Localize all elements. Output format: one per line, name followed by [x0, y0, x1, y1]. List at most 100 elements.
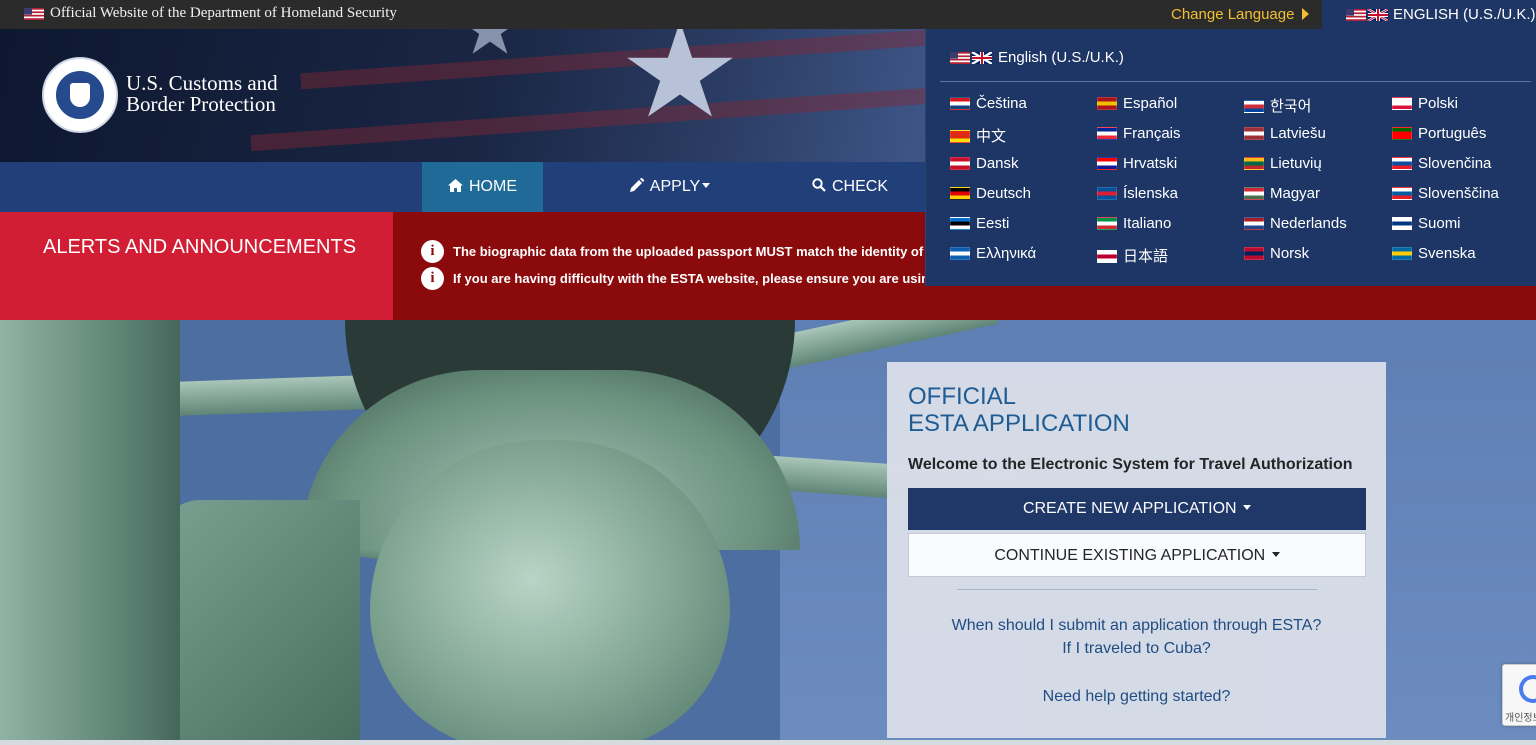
country-flag-icon	[1244, 127, 1264, 140]
language-option[interactable]: 日本語	[1097, 245, 1168, 266]
language-option[interactable]: Deutsch	[950, 185, 1031, 202]
language-option[interactable]: Suomi	[1392, 215, 1461, 232]
alerts-title: ALERTS AND ANNOUNCEMENTS	[43, 236, 357, 258]
language-label: Svenska	[1418, 245, 1476, 262]
nav-apply[interactable]: APPLY	[620, 162, 720, 212]
country-flag-icon	[1097, 157, 1117, 170]
when-to-submit-link[interactable]: When should I submit an application thro…	[887, 617, 1386, 635]
language-english-label: English (U.S./U.K.)	[998, 49, 1124, 66]
recaptcha-privacy-text[interactable]: 개인정보	[1505, 709, 1536, 724]
language-option-english[interactable]: English (U.S./U.K.)	[950, 49, 1124, 66]
recaptcha-badge[interactable]: 개인정보	[1502, 664, 1536, 726]
esta-homepage: Official Website of the Department of Ho…	[0, 0, 1536, 745]
dhs-seal-logo[interactable]	[42, 57, 118, 133]
language-option[interactable]: 中文	[950, 125, 1006, 146]
country-flag-icon	[950, 157, 970, 170]
language-option[interactable]: 한국어	[1244, 95, 1311, 116]
country-flag-icon	[950, 187, 970, 200]
language-label: Suomi	[1418, 215, 1461, 232]
language-option[interactable]: Eesti	[950, 215, 1009, 232]
nav-home-label: HOME	[469, 178, 517, 195]
language-label: Polski	[1418, 95, 1459, 112]
panel-title: OFFICIAL ESTA APPLICATION	[908, 383, 1130, 437]
language-option[interactable]: Italiano	[1097, 215, 1171, 232]
cuba-travel-link[interactable]: If I traveled to Cuba?	[887, 640, 1386, 658]
language-option[interactable]: Nederlands	[1244, 215, 1347, 232]
alert-message[interactable]: i The biographic data from the uploaded p…	[421, 240, 941, 264]
flag-star	[461, 29, 519, 54]
us-uk-flag-icon	[1346, 9, 1388, 21]
language-label: Español	[1123, 95, 1178, 112]
language-option[interactable]: Français	[1097, 125, 1181, 142]
current-language-toggle[interactable]: ENGLISH (U.S./U.K.)	[1322, 0, 1536, 29]
language-label: Magyar	[1270, 185, 1321, 202]
language-option[interactable]: Slovenščina	[1392, 185, 1499, 202]
language-option[interactable]: Ελληνικά	[950, 245, 1036, 262]
language-label: Nederlands	[1270, 215, 1347, 232]
create-button-label: CREATE NEW APPLICATION	[1022, 500, 1237, 517]
language-label: Latviešu	[1270, 125, 1326, 142]
language-label: Íslenska	[1123, 185, 1179, 202]
country-flag-icon	[1244, 247, 1264, 260]
country-flag-icon	[1392, 127, 1412, 140]
nav-home[interactable]: HOME	[422, 162, 543, 212]
us-flag-icon	[24, 8, 44, 20]
help-getting-started-link[interactable]: Need help getting started?	[887, 688, 1386, 706]
continue-existing-application-button[interactable]: CONTINUE EXISTING APPLICATION	[908, 533, 1366, 577]
country-flag-icon	[950, 130, 970, 143]
country-flag-icon	[1392, 157, 1412, 170]
government-banner: Official Website of the Department of Ho…	[0, 0, 1536, 29]
divider	[957, 589, 1317, 590]
language-option[interactable]: Svenska	[1392, 245, 1476, 262]
panel-title-line1: OFFICIAL	[908, 383, 1017, 410]
language-option[interactable]: Hrvatski	[1097, 155, 1177, 172]
change-language-label: Change Language	[1171, 6, 1295, 23]
language-label: Hrvatski	[1123, 155, 1178, 172]
country-flag-icon	[1392, 247, 1412, 260]
language-option[interactable]: Magyar	[1244, 185, 1320, 202]
language-label: Français	[1123, 125, 1181, 142]
chevron-down-icon	[702, 183, 711, 188]
chevron-down-icon	[1243, 505, 1252, 510]
info-icon: i	[421, 240, 444, 263]
country-flag-icon	[1097, 97, 1117, 110]
country-flag-icon	[1392, 97, 1412, 110]
country-flag-icon	[1097, 250, 1117, 263]
language-option[interactable]: Lietuvių	[1244, 155, 1322, 172]
triangle-right-icon	[1302, 8, 1310, 20]
language-option[interactable]: Português	[1392, 125, 1486, 142]
org-name-line1: U.S. Customs and	[126, 71, 278, 95]
nav-check-esta[interactable]: CHECK ESTA	[812, 162, 932, 245]
official-website-text: Official Website of the Department of Ho…	[50, 5, 397, 21]
language-option[interactable]: Polski	[1392, 95, 1458, 112]
language-label: Norsk	[1270, 245, 1310, 262]
search-icon	[812, 178, 826, 192]
welcome-text: Welcome to the Electronic System for Tra…	[908, 456, 1353, 473]
language-label: Lietuvių	[1270, 155, 1322, 172]
language-option[interactable]: Čeština	[950, 95, 1027, 112]
language-option[interactable]: Slovenčina	[1392, 155, 1491, 172]
language-option[interactable]: Íslenska	[1097, 185, 1178, 202]
us-uk-flag-icon	[950, 52, 992, 64]
language-option[interactable]: Latviešu	[1244, 125, 1326, 142]
country-flag-icon	[1097, 217, 1117, 230]
country-flag-icon	[950, 97, 970, 110]
language-option[interactable]: Dansk	[950, 155, 1019, 172]
country-flag-icon	[1244, 217, 1264, 230]
country-flag-icon	[1392, 187, 1412, 200]
home-icon	[448, 179, 463, 192]
language-label: Deutsch	[976, 185, 1032, 202]
cbp-logo-text[interactable]: U.S. Customs and Border Protection	[126, 73, 278, 115]
language-option[interactable]: Norsk	[1244, 245, 1309, 262]
language-label: Ελληνικά	[976, 245, 1037, 262]
info-icon: i	[421, 267, 444, 290]
change-language-link[interactable]: Change Language	[1171, 6, 1310, 23]
pencil-icon	[629, 178, 644, 192]
country-flag-icon	[1097, 187, 1117, 200]
create-new-application-button[interactable]: CREATE NEW APPLICATION	[908, 488, 1366, 530]
continue-button-label: CONTINUE EXISTING APPLICATION	[994, 547, 1266, 564]
current-language-label: ENGLISH (U.S./U.K.)	[1393, 6, 1536, 23]
alert-text: If you are having difficulty with the ES…	[453, 271, 937, 286]
language-option[interactable]: Español	[1097, 95, 1177, 112]
alert-message[interactable]: i If you are having difficulty with the E…	[421, 267, 941, 291]
